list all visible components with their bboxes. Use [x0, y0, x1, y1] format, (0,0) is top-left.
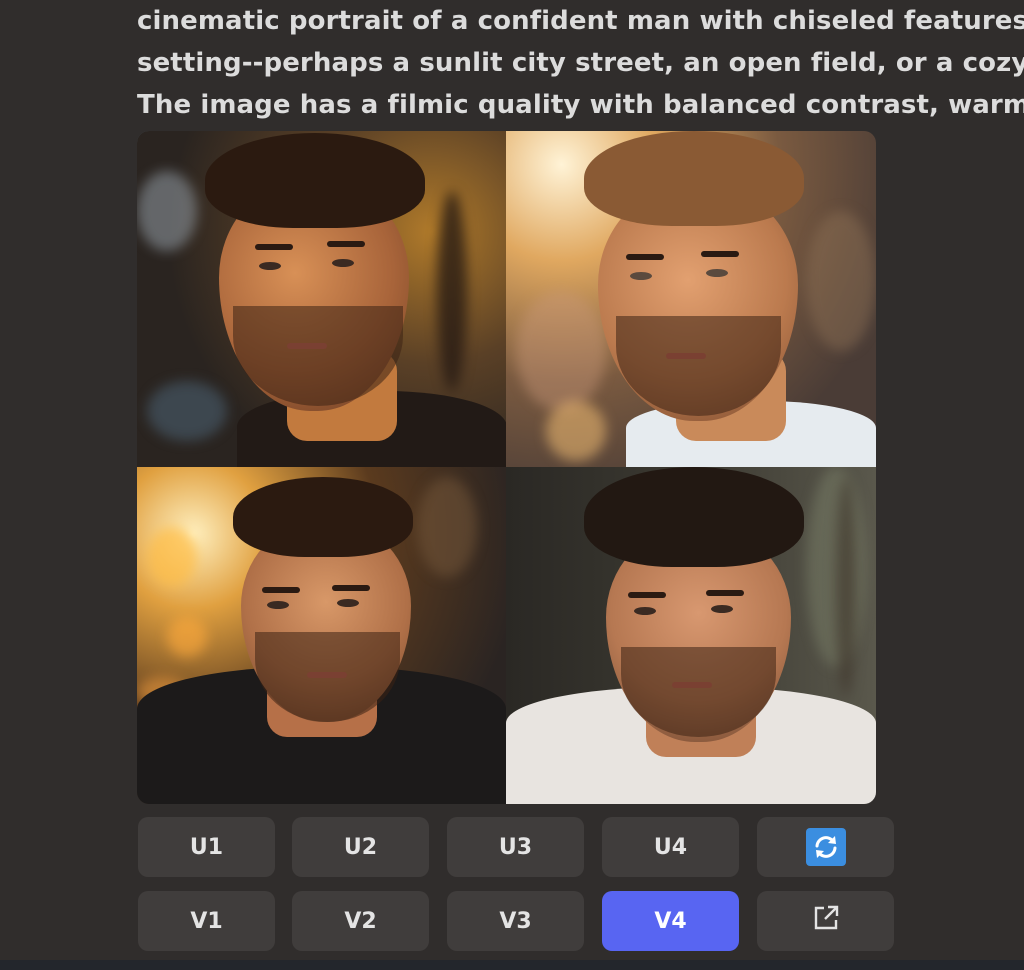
image-tile-top-right[interactable] — [506, 131, 876, 467]
bottom-edge — [0, 960, 1024, 970]
upscale-button-3[interactable]: U3 — [447, 817, 584, 877]
refresh-icon — [805, 828, 846, 866]
image-grid[interactable] — [137, 131, 876, 804]
upscale-button-4[interactable]: U4 — [602, 817, 739, 877]
variation-button-3[interactable]: V3 — [447, 891, 584, 951]
upscale-button-1[interactable]: U1 — [138, 817, 275, 877]
prompt-line-3: The image has a filmic quality with bala… — [137, 90, 1024, 120]
image-tile-bottom-right[interactable] — [506, 467, 876, 804]
image-tile-top-left[interactable] — [137, 131, 506, 467]
prompt-line-1: cinematic portrait of a confident man wi… — [137, 6, 1024, 36]
variation-button-1[interactable]: V1 — [138, 891, 275, 951]
prompt-line-2: setting--perhaps a sunlit city street, a… — [137, 48, 1024, 78]
reroll-button[interactable] — [757, 817, 894, 877]
upscale-button-2[interactable]: U2 — [292, 817, 429, 877]
prompt-text: cinematic portrait of a confident man wi… — [137, 0, 1024, 126]
variation-button-4[interactable]: V4 — [602, 891, 739, 951]
image-tile-bottom-left[interactable] — [137, 467, 506, 804]
open-external-button[interactable] — [757, 891, 894, 951]
external-link-icon — [810, 902, 842, 940]
variation-button-2[interactable]: V2 — [292, 891, 429, 951]
